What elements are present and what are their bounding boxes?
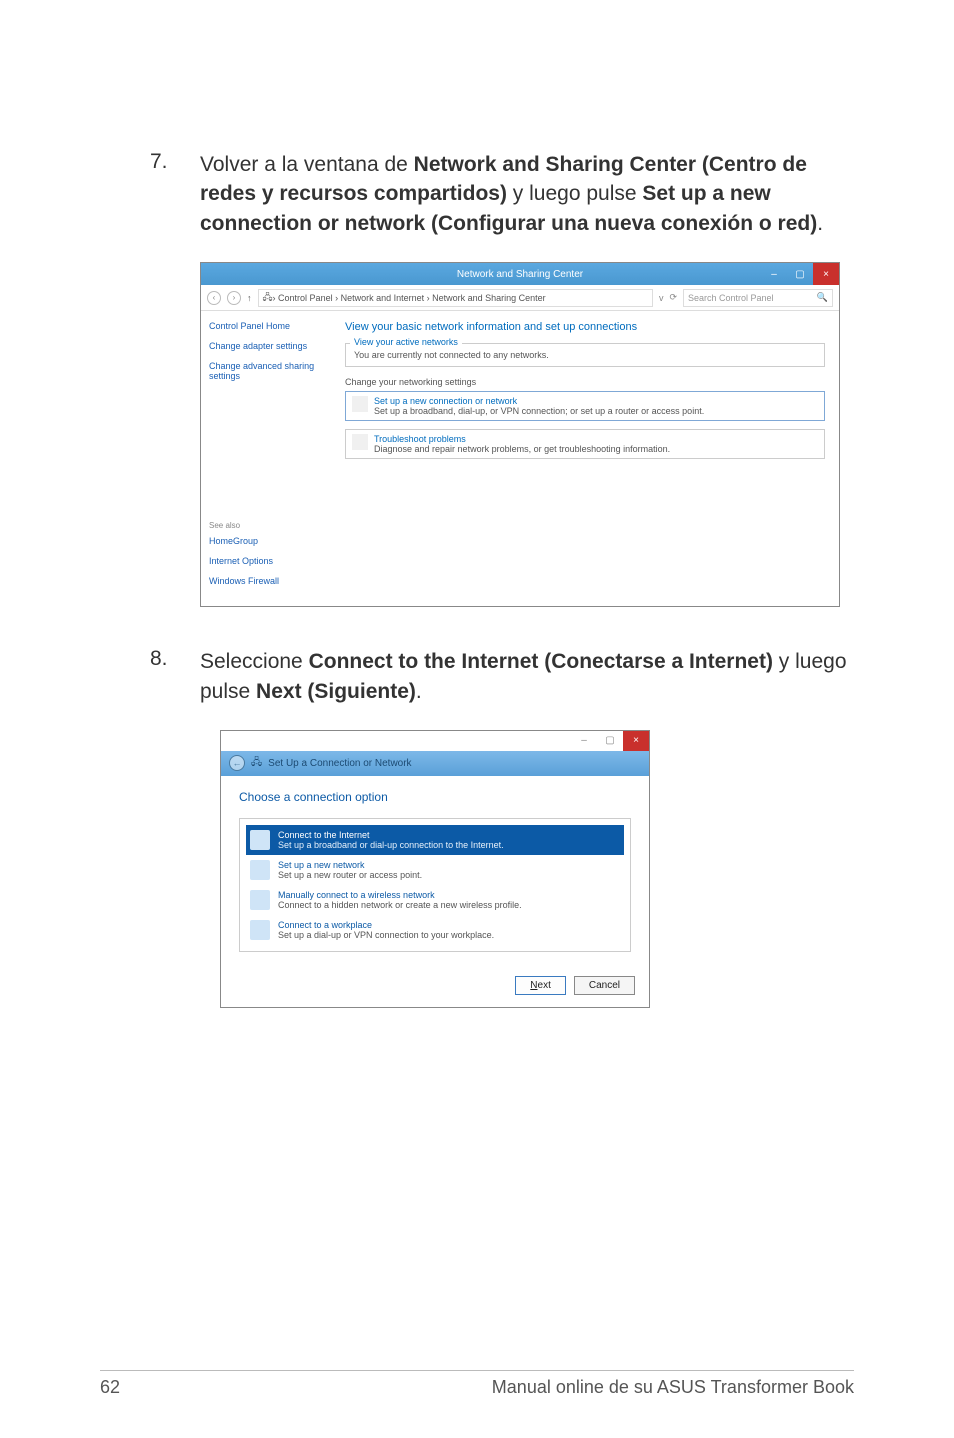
wireless-icon [250, 890, 270, 910]
active-networks-group: View your active networks You are curren… [345, 343, 825, 367]
option-title: Connect to a workplace [278, 920, 494, 930]
router-icon [250, 860, 270, 880]
minimize-button[interactable]: – [571, 731, 597, 751]
option-connect-workplace[interactable]: Connect to a workplace Set up a dial-up … [246, 915, 624, 945]
forward-icon[interactable]: › [227, 291, 241, 305]
option-title: Connect to the Internet [278, 830, 504, 840]
close-button[interactable]: × [623, 731, 649, 751]
wizard-title: Set Up a Connection or Network [268, 758, 411, 769]
next-button[interactable]: Next [515, 976, 566, 995]
network-icon: 🖧 [263, 290, 273, 306]
text-fragment: y luego pulse [507, 182, 642, 205]
troubleshoot-icon [352, 434, 368, 450]
wizard-header: ← 🖧 Set Up a Connection or Network [221, 751, 649, 776]
step-7: 7. Volver a la ventana de Network and Sh… [150, 150, 854, 238]
setup-connection-icon [352, 396, 368, 412]
troubleshoot-action[interactable]: Troubleshoot problems Diagnose and repai… [345, 429, 825, 459]
window-buttons: – ▢ × [571, 731, 649, 751]
window-title: Network and Sharing Center [457, 269, 583, 280]
text-fragment: . [416, 680, 422, 703]
step-8: 8. Seleccione Connect to the Internet (C… [150, 647, 854, 706]
breadcrumb-text: › Control Panel › Network and Internet ›… [273, 293, 546, 303]
option-desc: Set up a dial-up or VPN connection to yo… [278, 930, 494, 940]
option-manual-wireless[interactable]: Manually connect to a wireless network C… [246, 885, 624, 915]
sidebar-item-home[interactable]: Control Panel Home [209, 321, 323, 331]
window-titlebar: Network and Sharing Center – ▢ × [201, 263, 839, 285]
step-text: Volver a la ventana de Network and Shari… [200, 150, 854, 238]
text-fragment: Volver a la ventana de [200, 153, 414, 176]
no-networks-message: You are currently not connected to any n… [354, 350, 549, 360]
wizard-body: Choose a connection option Connect to th… [221, 776, 649, 966]
action-desc: Set up a broadband, dial-up, or VPN conn… [374, 406, 704, 416]
option-title: Manually connect to a wireless network [278, 890, 522, 900]
address-bar: ‹ › ↑ 🖧 › Control Panel › Network and In… [201, 285, 839, 311]
network-icon: 🖧 [251, 755, 262, 772]
cancel-button[interactable]: Cancel [574, 976, 635, 995]
change-networking-label: Change your networking settings [345, 377, 825, 387]
refresh-icon[interactable]: v [659, 293, 664, 303]
sidebar: Control Panel Home Change adapter settin… [201, 311, 331, 606]
screenshot-network-sharing-center: Network and Sharing Center – ▢ × ‹ › ↑ 🖧… [200, 262, 840, 607]
step-number: 7. [150, 150, 200, 238]
bold-fragment: Connect to the Internet (Conectarse a In… [309, 650, 773, 673]
step-text: Seleccione Connect to the Internet (Cone… [200, 647, 854, 706]
group-legend: View your active networks [350, 337, 462, 347]
bold-fragment: Next (Siguiente) [256, 680, 416, 703]
globe-icon [250, 830, 270, 850]
back-button[interactable]: ← [229, 755, 245, 771]
option-desc: Connect to a hidden network or create a … [278, 900, 522, 910]
refresh-icon[interactable]: ⟳ [669, 292, 677, 303]
step-number: 8. [150, 647, 200, 706]
maximize-button[interactable]: ▢ [597, 731, 623, 751]
up-icon[interactable]: ↑ [247, 293, 252, 303]
sidebar-item-firewall[interactable]: Windows Firewall [209, 576, 323, 586]
connection-options-list: Connect to the Internet Set up a broadba… [239, 818, 631, 952]
option-title: Set up a new network [278, 860, 422, 870]
workplace-icon [250, 920, 270, 940]
option-setup-network[interactable]: Set up a new network Set up a new router… [246, 855, 624, 885]
wizard-footer: Next Cancel [221, 966, 649, 1007]
main-heading: View your basic network information and … [345, 321, 825, 333]
setup-connection-action[interactable]: Set up a new connection or network Set u… [345, 391, 825, 421]
button-label-rest: ext [538, 980, 551, 991]
search-icon: 🔍 [817, 292, 828, 303]
action-title: Troubleshoot problems [374, 434, 670, 444]
maximize-button[interactable]: ▢ [787, 263, 813, 285]
option-connect-internet[interactable]: Connect to the Internet Set up a broadba… [246, 825, 624, 855]
search-input[interactable]: Search Control Panel 🔍 [683, 289, 833, 307]
breadcrumb-path[interactable]: 🖧 › Control Panel › Network and Internet… [258, 289, 653, 307]
page-footer: 62 Manual online de su ASUS Transformer … [100, 1370, 854, 1398]
sidebar-item-advanced[interactable]: Change advanced sharing settings [209, 361, 323, 381]
see-also-label: See also [209, 521, 323, 530]
footer-text: Manual online de su ASUS Transformer Boo… [492, 1377, 854, 1398]
close-button[interactable]: × [813, 263, 839, 285]
action-desc: Diagnose and repair network problems, or… [374, 444, 670, 454]
back-icon[interactable]: ‹ [207, 291, 221, 305]
sidebar-item-adapter[interactable]: Change adapter settings [209, 341, 323, 351]
wizard-instruction: Choose a connection option [239, 790, 631, 804]
text-fragment: . [817, 212, 823, 235]
page-number: 62 [100, 1377, 120, 1398]
sidebar-item-internet-options[interactable]: Internet Options [209, 556, 323, 566]
screenshot-setup-connection-wizard: – ▢ × ← 🖧 Set Up a Connection or Network… [220, 730, 650, 1008]
window-titlebar: – ▢ × [221, 731, 649, 751]
mnemonic: N [530, 980, 537, 991]
option-desc: Set up a broadband or dial-up connection… [278, 840, 504, 850]
main-panel: View your basic network information and … [331, 311, 839, 606]
minimize-button[interactable]: – [761, 263, 787, 285]
sidebar-item-homegroup[interactable]: HomeGroup [209, 536, 323, 546]
option-desc: Set up a new router or access point. [278, 870, 422, 880]
search-placeholder: Search Control Panel [688, 293, 774, 303]
action-title: Set up a new connection or network [374, 396, 704, 406]
window-buttons: – ▢ × [761, 263, 839, 285]
text-fragment: Seleccione [200, 650, 309, 673]
